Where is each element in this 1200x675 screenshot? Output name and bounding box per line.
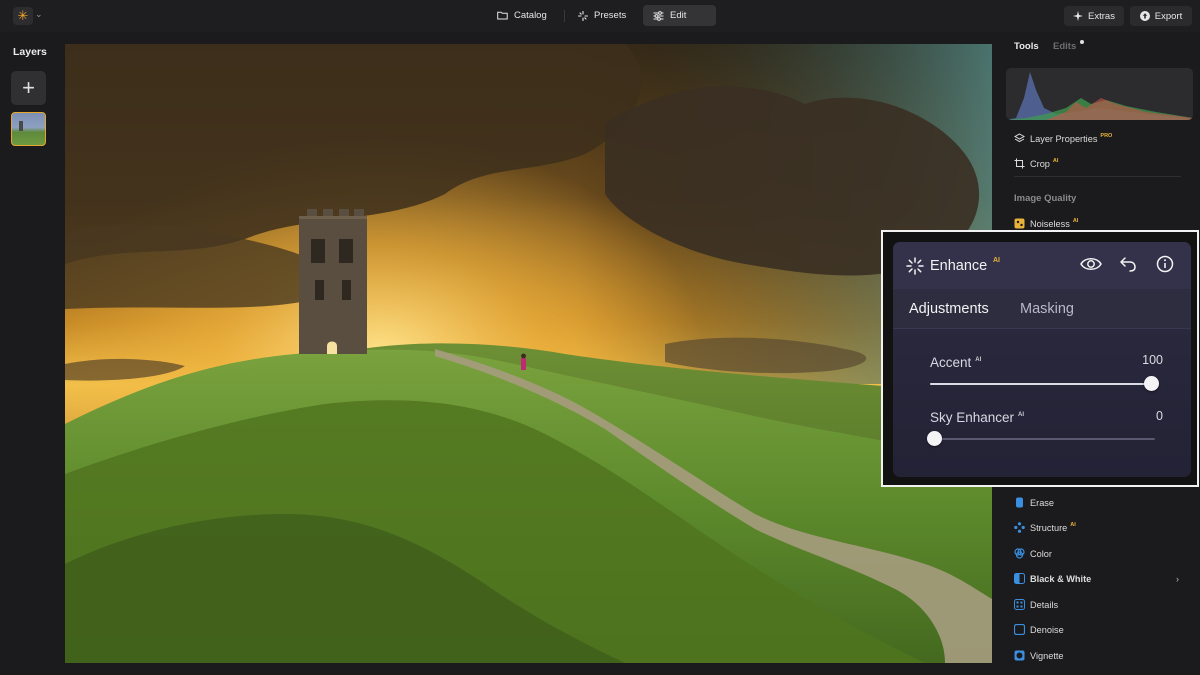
tower-mini-graphic	[19, 121, 23, 131]
enhance-callout: Enhance AI Adjustments Masking Accent AI …	[881, 230, 1199, 487]
enhance-header: Enhance AI	[893, 242, 1191, 289]
top-bar: ✳ ⌄ Catalog Presets Edit Extras Export	[0, 0, 1200, 32]
plus-icon: +	[22, 75, 35, 100]
details-label: Details	[1030, 599, 1059, 610]
undo-icon[interactable]	[1119, 255, 1137, 278]
layers-title: Layers	[13, 46, 47, 58]
color-icon	[1014, 548, 1025, 559]
extras-button[interactable]: Extras	[1064, 6, 1124, 26]
enhance-title: Enhance	[930, 258, 988, 274]
color-label: Color	[1030, 548, 1052, 559]
structure-icon	[1014, 522, 1025, 533]
landscape-photo	[65, 44, 992, 663]
layer-thumbnail[interactable]	[11, 112, 46, 146]
export-label: Export	[1154, 10, 1183, 22]
sky-enhancer-slider[interactable]	[927, 431, 1155, 446]
black-white-label: Black & White	[1030, 573, 1092, 584]
black-white-item[interactable]: Black & White	[1014, 573, 1091, 584]
add-layer-button[interactable]: +	[11, 71, 46, 105]
pro-badge: PRO	[1100, 132, 1113, 139]
tab-edit[interactable]: Edit	[643, 5, 716, 26]
crop-item[interactable]: Crop AI	[1014, 158, 1058, 169]
sparkle-icon	[578, 10, 588, 21]
black-white-icon	[1014, 573, 1025, 584]
divider	[564, 10, 565, 22]
tab-adjustments[interactable]: Adjustments	[909, 301, 989, 317]
sky-enhancer-label: Sky Enhancer AI	[930, 410, 1024, 425]
crop-icon	[1014, 158, 1025, 169]
chevron-right-icon[interactable]: ›	[1176, 574, 1179, 584]
erase-item[interactable]: Erase	[1014, 497, 1054, 508]
erase-icon	[1014, 497, 1025, 508]
eye-icon[interactable]	[1080, 255, 1102, 278]
tab-masking[interactable]: Masking	[1020, 301, 1074, 317]
noiseless-item[interactable]: Noiseless AI	[1014, 218, 1078, 229]
extras-label: Extras	[1088, 10, 1115, 22]
sliders-icon	[653, 10, 664, 21]
tab-catalog[interactable]: Catalog	[487, 5, 561, 26]
sky-enhancer-label-text: Sky Enhancer	[930, 410, 1015, 425]
layers-panel: Layers +	[0, 32, 60, 675]
vignette-item[interactable]: Vignette	[1014, 650, 1064, 661]
color-item[interactable]: Color	[1014, 548, 1052, 559]
details-item[interactable]: Details	[1014, 599, 1058, 610]
structure-item[interactable]: Structure AI	[1014, 522, 1076, 533]
vignette-label: Vignette	[1030, 650, 1064, 661]
export-button[interactable]: Export	[1130, 6, 1192, 26]
ai-badge: AI	[1072, 217, 1079, 224]
enhance-tabs: Adjustments Masking	[893, 289, 1191, 329]
divider	[1014, 176, 1181, 177]
ai-badge: AI	[975, 357, 982, 363]
layer-properties-item[interactable]: Layer Properties PRO	[1014, 133, 1112, 144]
layer-properties-label: Layer Properties	[1030, 133, 1098, 144]
erase-label: Erase	[1030, 497, 1055, 508]
structure-label: Structure	[1030, 522, 1068, 533]
tab-catalog-label: Catalog	[514, 10, 547, 21]
vignette-icon	[1014, 650, 1025, 661]
chevron-down-icon[interactable]: ⌄	[35, 9, 43, 20]
accent-slider[interactable]	[930, 376, 1159, 391]
folder-icon	[497, 11, 508, 20]
noiseless-icon	[1014, 218, 1025, 229]
sparkle-star-icon	[1073, 11, 1084, 21]
info-icon[interactable]	[1156, 255, 1174, 278]
tab-edit-label: Edit	[670, 10, 687, 21]
photo-canvas[interactable]	[65, 44, 992, 663]
tab-edits[interactable]: Edits	[1053, 41, 1076, 52]
export-icon	[1139, 11, 1150, 21]
accent-slider-fill	[930, 383, 1151, 385]
tab-presets-label: Presets	[594, 10, 627, 21]
tab-presets[interactable]: Presets	[568, 5, 640, 26]
enhance-sparkle-icon	[906, 257, 924, 280]
layers-icon	[1014, 133, 1025, 144]
histogram	[1006, 68, 1193, 120]
crop-label: Crop	[1030, 158, 1050, 169]
edits-indicator-dot	[1080, 40, 1084, 44]
ai-badge: AI	[1018, 412, 1025, 418]
accent-value: 100	[1142, 353, 1163, 367]
enhance-panel: Enhance AI Adjustments Masking Accent AI …	[893, 242, 1191, 477]
section-image-quality: Image Quality	[1014, 193, 1077, 204]
accent-label: Accent AI	[930, 355, 981, 370]
denoise-item[interactable]: Denoise	[1014, 624, 1064, 635]
accent-slider-handle[interactable]	[1144, 376, 1159, 391]
tower-graphic	[299, 209, 367, 354]
ai-badge: AI	[1052, 157, 1059, 164]
sky-enhancer-value: 0	[1156, 409, 1163, 423]
accent-label-text: Accent	[930, 355, 972, 370]
details-icon	[1014, 599, 1025, 610]
app-logo-icon[interactable]: ✳	[13, 7, 33, 25]
ai-badge: AI	[993, 257, 1000, 264]
sky-enhancer-slider-handle[interactable]	[927, 431, 942, 446]
tab-tools[interactable]: Tools	[1014, 41, 1039, 52]
denoise-label: Denoise	[1030, 624, 1064, 635]
noiseless-label: Noiseless	[1030, 218, 1070, 229]
denoise-icon	[1014, 624, 1025, 635]
ai-badge: AI	[1070, 521, 1076, 528]
